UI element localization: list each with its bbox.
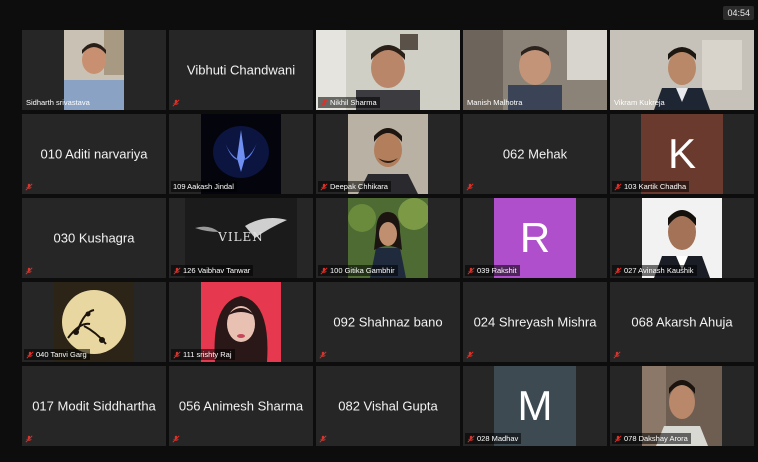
video-tile-shahnaz[interactable]: 092 Shahnaz bano (316, 282, 460, 362)
participant-name: 017 Modit Siddhartha (32, 398, 156, 414)
participant-grid: Sidharth srivastava Vibhuti Chandwani Ni… (22, 30, 755, 450)
mic-muted-icon (319, 435, 327, 443)
video-tile-gitika[interactable]: 100 Gitika Gambhir (316, 198, 460, 278)
video-tile-rakshit[interactable]: R 039 Rakshit (463, 198, 607, 278)
video-tile-srishty[interactable]: 111 srishty Raj (169, 282, 313, 362)
mic-muted-icon (613, 351, 621, 359)
video-tile-manish[interactable]: Manish Malhotra (463, 30, 607, 110)
mic-muted-icon (614, 182, 622, 191)
video-tile-avinash[interactable]: 027 Avinash Kaushik (610, 198, 754, 278)
mic-muted-icon (172, 435, 180, 443)
mic-muted-icon (173, 350, 181, 359)
video-tile-modit[interactable]: 017 Modit Siddhartha (22, 366, 166, 446)
participant-name-label: 111 srishty Raj (171, 349, 235, 360)
participant-name-label: 039 Rakshit (465, 265, 520, 276)
participant-name: 082 Vishal Gupta (338, 398, 438, 414)
participant-name-label: Nikhil Sharma (318, 97, 380, 108)
participant-name: 030 Kushagra (53, 230, 135, 246)
mic-muted-icon (614, 434, 622, 443)
mic-muted-icon (25, 435, 33, 443)
video-tile-mehak[interactable]: 062 Mehak (463, 114, 607, 194)
meeting-timer: 04:54 (723, 6, 754, 20)
mic-muted-icon (25, 183, 33, 191)
mic-muted-icon (320, 182, 328, 191)
participant-name-label: Vikram Kukreja (614, 98, 665, 107)
video-tile-vishal[interactable]: 082 Vishal Gupta (316, 366, 460, 446)
video-tile-vibhuti[interactable]: Vibhuti Chandwani (169, 30, 313, 110)
mic-muted-icon (467, 434, 475, 443)
video-tile-sidharth[interactable]: Sidharth srivastava (22, 30, 166, 110)
participant-name: Vibhuti Chandwani (186, 62, 296, 78)
video-tile-vaibhav[interactable]: VILEN 126 Vaibhav Tanwar (169, 198, 313, 278)
video-tile-tanvi[interactable]: 040 Tanvi Garg (22, 282, 166, 362)
video-tile-nikhil[interactable]: Nikhil Sharma (316, 30, 460, 110)
participant-name-label: 103 Kartik Chadha (612, 181, 690, 192)
participant-name-label: 126 Vaibhav Tanwar (171, 265, 254, 276)
video-tile-kushagra[interactable]: 030 Kushagra (22, 198, 166, 278)
video-tile-shreyash[interactable]: 024 Shreyash Mishra (463, 282, 607, 362)
video-tile-vikram-active-speaker[interactable]: Vikram Kukreja (610, 30, 754, 110)
mic-muted-icon (614, 266, 622, 275)
participant-name-label: 109 Aakash Jindal (171, 181, 237, 192)
video-tile-madhav[interactable]: M 028 Madhav (463, 366, 607, 446)
participant-name-label: 040 Tanvi Garg (24, 349, 90, 360)
mic-muted-icon (466, 183, 474, 191)
video-tile-aakash[interactable]: 109 Aakash Jindal (169, 114, 313, 194)
participant-name-label: 100 Gitika Gambhir (318, 265, 398, 276)
mic-muted-icon (466, 351, 474, 359)
mic-muted-icon (319, 351, 327, 359)
participant-name-label: 027 Avinash Kaushik (612, 265, 697, 276)
mic-muted-icon (320, 98, 328, 107)
mic-muted-icon (320, 266, 328, 275)
video-tile-dakshay[interactable]: 078 Dakshay Arora (610, 366, 754, 446)
participant-name: 010 Aditi narvariya (40, 146, 148, 162)
participant-name: 024 Shreyash Mishra (473, 314, 597, 330)
mic-muted-icon (467, 266, 475, 275)
participant-name-label: Manish Malhotra (467, 98, 523, 107)
mic-muted-icon (25, 267, 33, 275)
participant-name: 092 Shahnaz bano (333, 314, 443, 330)
participant-name: 056 Animesh Sharma (178, 398, 304, 414)
participant-name-label: Deepak Chhikara (318, 181, 391, 192)
participant-name-label: Sidharth srivastava (26, 98, 90, 107)
participant-name: 062 Mehak (502, 146, 568, 162)
vilen-logo: VILEN (218, 230, 264, 244)
video-tile-deepak[interactable]: Deepak Chhikara (316, 114, 460, 194)
participant-name-label: 078 Dakshay Arora (612, 433, 691, 444)
participant-name: 068 Akarsh Ahuja (631, 314, 733, 330)
mic-muted-icon (172, 99, 180, 107)
mic-muted-icon (173, 266, 181, 275)
participant-name-label: 028 Madhav (465, 433, 522, 444)
video-tile-kartik[interactable]: K 103 Kartik Chadha (610, 114, 754, 194)
video-tile-animesh[interactable]: 056 Animesh Sharma (169, 366, 313, 446)
video-tile-aditi[interactable]: 010 Aditi narvariya (22, 114, 166, 194)
video-tile-akarsh[interactable]: 068 Akarsh Ahuja (610, 282, 754, 362)
mic-muted-icon (26, 350, 34, 359)
